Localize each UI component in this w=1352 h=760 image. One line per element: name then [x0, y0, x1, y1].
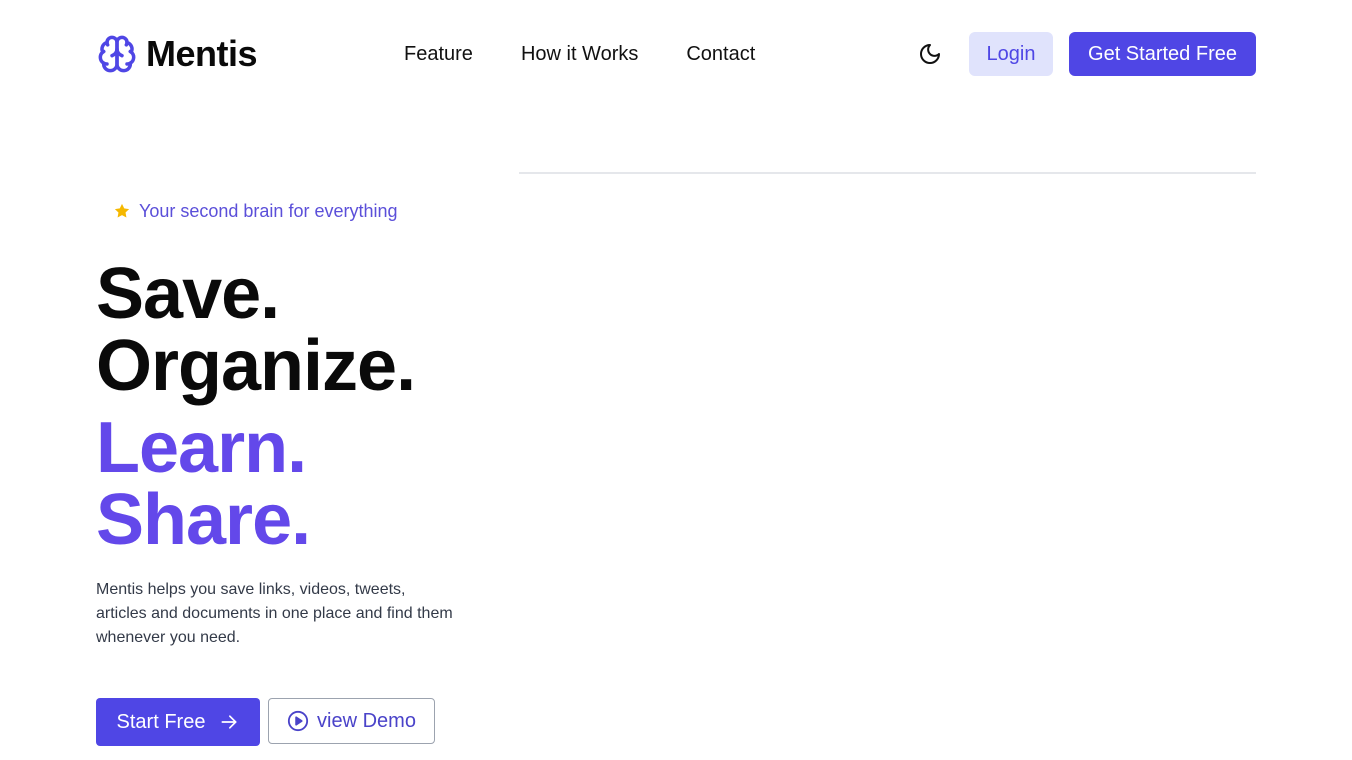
tagline-badge: Your second brain for everything [113, 198, 398, 224]
hero-headline: Save. Organize. Learn. Share. [96, 254, 416, 560]
tagline-text: Your second brain for everything [139, 201, 398, 221]
moon-icon [920, 44, 940, 64]
arrow-right-icon [221, 715, 237, 729]
headline-save: Save. [96, 254, 280, 334]
nav-link-feature[interactable]: Feature [404, 32, 473, 76]
headline-learn: Learn. [96, 408, 307, 488]
start-free-button[interactable]: Start Free [96, 698, 260, 746]
start-free-label: Start Free [116, 710, 206, 733]
brand-logo[interactable]: Mentis [96, 32, 258, 76]
hero-divider [519, 172, 1256, 174]
navbar: Mentis Feature How it Works Contact Logi… [96, 32, 1256, 76]
view-demo-label: view Demo [317, 709, 416, 732]
theme-toggle-button[interactable] [918, 42, 942, 66]
nav-links: Feature How it Works Contact [404, 32, 755, 76]
login-button[interactable]: Login [969, 32, 1053, 76]
hero-description: Mentis helps you save links, videos, twe… [96, 581, 453, 646]
play-circle-icon [287, 710, 309, 732]
brand-name: Mentis [146, 33, 258, 74]
headline-share: Share. [96, 480, 311, 560]
get-started-button[interactable]: Get Started Free [1069, 32, 1256, 76]
brain-icon [98, 35, 136, 73]
view-demo-button[interactable]: view Demo [268, 698, 435, 744]
nav-link-how-it-works[interactable]: How it Works [521, 32, 638, 76]
nav-link-contact[interactable]: Contact [686, 32, 755, 76]
star-icon [114, 203, 130, 218]
headline-organize: Organize. [96, 326, 416, 406]
